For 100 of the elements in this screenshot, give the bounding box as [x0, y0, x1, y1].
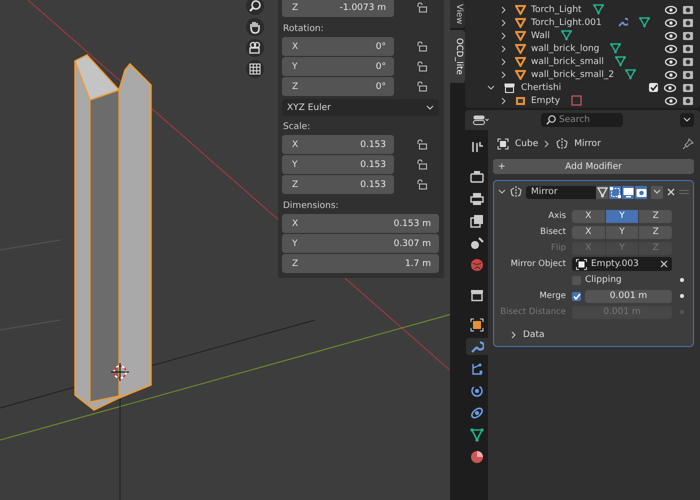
field-label: Merge [538, 291, 566, 301]
camera-icon [682, 43, 694, 54]
mesh-triangle-icon [515, 30, 526, 40]
section-label: Dimensions: [282, 200, 340, 213]
edit-mode-icon [610, 186, 620, 198]
eye-icon [665, 4, 677, 14]
object-square-icon [497, 138, 509, 150]
number-field[interactable]: 0.001 m [585, 290, 672, 302]
sidebar-tab[interactable]: OCD_lite [450, 30, 465, 83]
constraint-icon [571, 95, 582, 106]
field-label: Mirror Object [510, 259, 566, 269]
mesh-data-icon [625, 69, 636, 80]
chevron-down-icon [683, 117, 691, 123]
lock-icon [416, 41, 428, 52]
hand-icon [246, 18, 264, 36]
outliner-row[interactable]: Wall [465, 29, 700, 42]
number-field[interactable]: Z 0° [282, 77, 394, 96]
section-label: Rotation: [282, 23, 325, 36]
outliner-row[interactable]: Torch_Light [465, 3, 700, 16]
object-field[interactable]: Empty.003 [572, 257, 672, 271]
chevron-right-icon [544, 140, 550, 148]
axis-toggle[interactable]: Y [606, 226, 638, 238]
modifier-menu-button[interactable] [651, 186, 663, 198]
axis-toggle[interactable]: X [572, 226, 605, 238]
lock-icon [416, 139, 428, 150]
checkmark-icon [650, 84, 658, 91]
axis-toggle[interactable]: Y [606, 210, 638, 222]
mesh-data-icon [592, 4, 604, 15]
camera-icon [682, 4, 694, 15]
collapse-chevron-icon [498, 189, 506, 195]
empty-object-icon [515, 96, 526, 106]
editor-type-button[interactable] [471, 113, 491, 127]
checkbox[interactable] [649, 83, 658, 92]
number-field[interactable]: Z -1.0073 m [282, 0, 394, 17]
axis-toggle[interactable]: Z [639, 210, 672, 222]
modifier-name-field[interactable]: Mirror [526, 186, 596, 198]
outliner-row[interactable]: Chertishi [465, 81, 700, 94]
field-label: Axis [547, 211, 566, 221]
tool-icon [470, 140, 484, 154]
drag-handle-icon [679, 189, 689, 195]
printer-icon [470, 192, 484, 206]
mesh-data-icon [614, 56, 626, 67]
toggle-button[interactable] [635, 186, 647, 198]
axis-toggle[interactable]: Z [639, 226, 672, 238]
lock-icon [416, 159, 428, 170]
properties-tab[interactable] [466, 338, 488, 355]
outliner-row[interactable]: Empty [465, 94, 700, 107]
number-field[interactable]: X 0° [282, 37, 394, 56]
subpanel-header[interactable]: Data [498, 330, 689, 340]
object-square-icon [470, 318, 484, 332]
toggle-button[interactable] [622, 186, 634, 198]
eye-icon [665, 70, 677, 80]
scene-icon [470, 236, 484, 250]
number-field[interactable]: Y 0.307 m [282, 234, 439, 253]
camera-icon [682, 69, 694, 80]
section-label: Scale: [282, 121, 312, 134]
outliner-row[interactable]: wall_brick_small [465, 55, 700, 68]
checkbox-label: Clipping [585, 275, 622, 285]
eye-icon [665, 56, 677, 66]
camera-icon [636, 186, 646, 198]
add-modifier-button[interactable]: + Add Modifier [493, 159, 694, 174]
number-field[interactable]: Z 0.153 [282, 175, 394, 194]
mesh-vertices-icon [596, 186, 608, 198]
number-field[interactable]: Y 0.153 [282, 155, 394, 174]
mesh-triangle-icon [515, 18, 526, 28]
mirror-modifier-icon [510, 186, 522, 198]
options-dropdown-button[interactable] [680, 113, 694, 127]
lock-icon [416, 179, 428, 190]
eye-icon [664, 82, 676, 92]
sidebar-tab[interactable]: View [450, 0, 465, 28]
collection-box-icon [504, 82, 515, 92]
lock-icon [416, 81, 428, 92]
number-field[interactable]: Y 0° [282, 57, 394, 76]
outliner-row[interactable]: wall_brick_small_2 [465, 68, 700, 81]
toggle-button[interactable] [609, 186, 621, 198]
toggle-button[interactable] [596, 186, 608, 198]
number-field[interactable]: X 0.153 [282, 135, 394, 154]
camera-icon [682, 30, 694, 41]
lock-icon [416, 2, 428, 13]
search-field[interactable]: Search [541, 113, 623, 127]
chevron-down-icon [653, 189, 661, 195]
number-field[interactable]: Z 1.7 m [282, 254, 439, 273]
number-field[interactable]: X 0.153 m [282, 214, 439, 233]
image-stack-icon [470, 214, 484, 228]
outliner-row[interactable]: wall_brick_long [465, 42, 700, 55]
outliner-row[interactable]: Torch_Light.001 [465, 16, 700, 29]
zoom-icon [246, 0, 264, 15]
keyframe-dot-icon [680, 278, 684, 282]
lock-icon [416, 61, 428, 72]
rotation-mode-dropdown[interactable]: XYZ Euler [282, 99, 439, 116]
axis-toggle[interactable]: X [572, 210, 605, 222]
mesh-data-icon [560, 30, 572, 41]
eye-icon [665, 44, 677, 54]
field-label: Flip [550, 243, 566, 253]
mesh-triangle-icon [515, 70, 526, 80]
field-label: Bisect Distance [499, 307, 566, 317]
camera-icon [682, 82, 694, 93]
mesh-triangle-icon [515, 44, 526, 54]
breadcrumb-item: Cube [515, 139, 538, 149]
mesh-triangle-icon [515, 4, 526, 14]
